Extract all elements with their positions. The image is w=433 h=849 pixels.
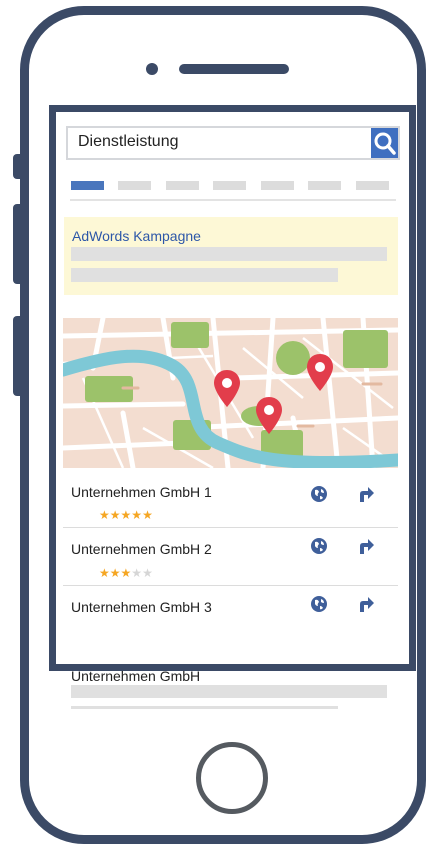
mute-switch	[13, 154, 22, 179]
listing-name: Unternehmen GmbH 1	[71, 484, 212, 500]
tab-3[interactable]	[166, 181, 199, 190]
globe-icon[interactable]	[309, 484, 329, 504]
tab-divider	[70, 199, 396, 201]
rating-stars: ★★★★★	[99, 567, 153, 579]
front-camera	[146, 63, 158, 75]
volume-down-button	[13, 316, 22, 396]
directions-arrow-icon[interactable]	[356, 484, 376, 504]
star-filled-icon: ★	[120, 508, 132, 522]
star-filled-icon: ★	[131, 508, 143, 522]
star-filled-icon: ★	[99, 566, 110, 580]
directions-arrow-icon[interactable]	[356, 536, 376, 556]
star-filled-icon: ★	[99, 508, 110, 522]
listing-name: Unternehmen GmbH 2	[71, 541, 212, 557]
home-button[interactable]	[196, 742, 268, 814]
volume-up-button	[13, 204, 22, 284]
search-button[interactable]	[371, 128, 398, 158]
star-empty-icon: ★	[131, 566, 143, 580]
map-canvas	[63, 318, 398, 468]
tab-4[interactable]	[213, 181, 246, 190]
star-filled-icon: ★	[109, 508, 121, 522]
ad-text-placeholder	[71, 268, 338, 282]
list-item[interactable]	[63, 586, 398, 646]
globe-icon[interactable]	[309, 594, 329, 614]
star-filled-icon: ★	[109, 566, 121, 580]
star-filled-icon: ★	[120, 566, 132, 580]
tab-6[interactable]	[308, 181, 341, 190]
search-icon	[374, 132, 396, 155]
tab-1[interactable]	[71, 181, 104, 190]
map[interactable]	[63, 318, 398, 468]
rating-stars: ★★★★★	[99, 509, 153, 521]
search-query: Dienstleistung	[78, 133, 179, 150]
tab-5[interactable]	[261, 181, 294, 190]
star-empty-icon: ★	[142, 566, 153, 580]
text-placeholder	[71, 706, 338, 709]
speaker-grille	[179, 64, 289, 74]
ad-text-placeholder	[71, 247, 387, 261]
directions-arrow-icon[interactable]	[356, 594, 376, 614]
tab-7[interactable]	[356, 181, 389, 190]
ad-title: AdWords Kampagne	[72, 228, 201, 244]
text-placeholder	[71, 685, 387, 698]
globe-icon[interactable]	[309, 536, 329, 556]
tab-2[interactable]	[118, 181, 151, 190]
listing-name: Unternehmen GmbH 3	[71, 599, 212, 615]
star-filled-icon: ★	[142, 508, 153, 522]
